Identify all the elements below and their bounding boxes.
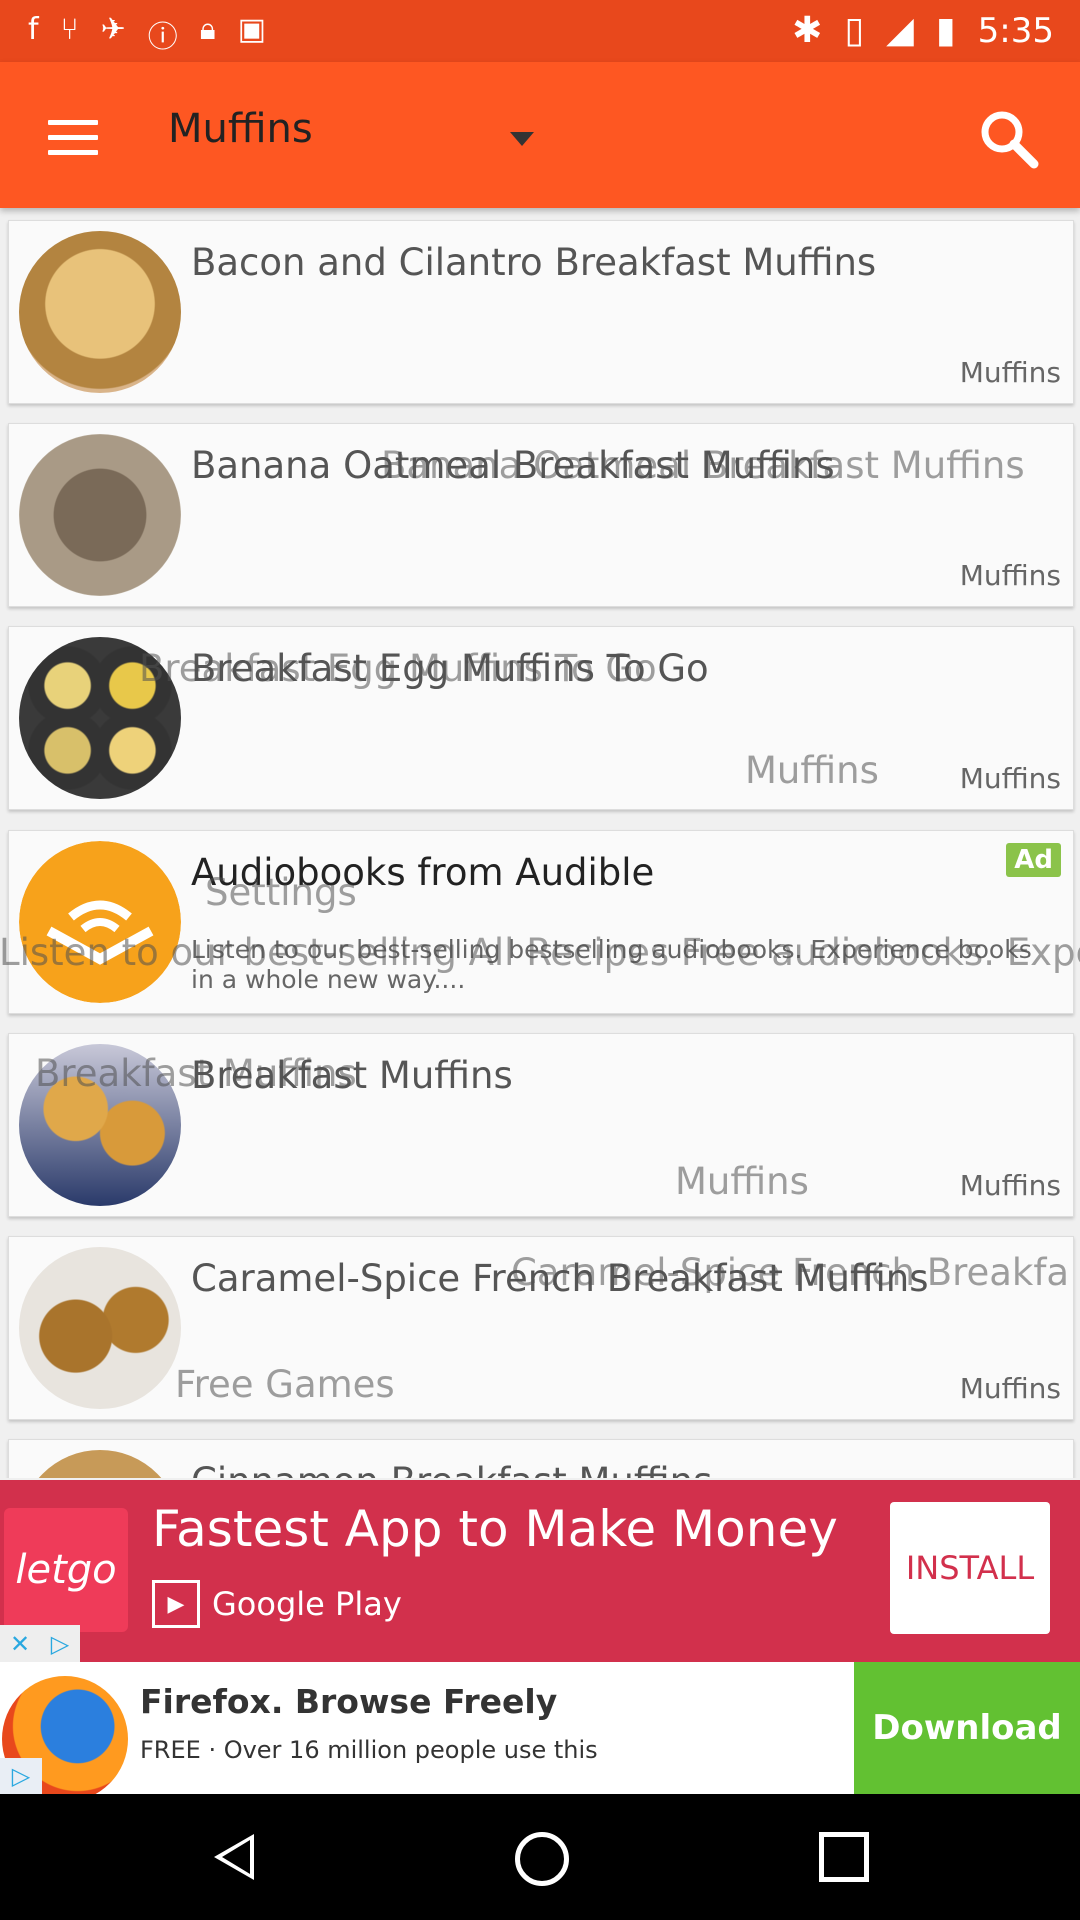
- recipe-category: Muffins: [959, 559, 1061, 592]
- ad-card[interactable]: Audiobooks from Audible Ad Settings List…: [0, 830, 1080, 1014]
- status-bar: f ⑂ ✈ ⓘ 🔒︎ ▣ ✱ ▯ ◢ ▮ 5:35: [0, 0, 1080, 62]
- menu-icon[interactable]: [48, 120, 98, 156]
- google-play-label: ▶ Google Play: [152, 1580, 402, 1628]
- alert-icon: ⓘ: [147, 20, 178, 55]
- adchoices-icon[interactable]: ▷: [40, 1625, 80, 1663]
- ghost-text: Breakfast Egg Muffins To Go: [139, 647, 657, 690]
- ghost-text: Muffins: [675, 1160, 809, 1203]
- letgo-logo: letgo: [4, 1508, 128, 1632]
- recipe-category: Muffins: [959, 762, 1061, 795]
- recipe-list[interactable]: Bacon and Cilantro Breakfast Muffins Muf…: [0, 216, 1080, 1478]
- letgo-banner-ad[interactable]: letgo Fastest App to Make Money ▶ Google…: [0, 1480, 1080, 1662]
- ghost-text: Free Games: [175, 1363, 395, 1406]
- ghost-text: Breakfast Muffins: [35, 1052, 357, 1095]
- recipe-category: Muffins: [959, 356, 1061, 389]
- banner-subtitle: FREE · Over 16 million people use this: [140, 1736, 598, 1764]
- recipe-thumbnail: [19, 1247, 181, 1409]
- recipe-category: Muffins: [959, 1372, 1061, 1405]
- list-item[interactable]: Caramel-Spice French Breakfast Muffins C…: [8, 1236, 1074, 1420]
- signal-icon: ◢: [886, 10, 914, 51]
- chevron-down-icon[interactable]: [510, 132, 534, 146]
- play-store-icon: ▶: [152, 1580, 200, 1628]
- home-icon[interactable]: [515, 1832, 569, 1886]
- satellite-icon: ✈: [100, 12, 126, 47]
- recipe-category: Muffins: [959, 1169, 1061, 1202]
- close-icon[interactable]: ✕: [0, 1625, 40, 1663]
- list-item[interactable]: Breakfast Egg Muffins To Go Breakfast Eg…: [8, 626, 1074, 810]
- ghost-text: Banana Oatmeal Breakfast Muffins: [381, 444, 1025, 487]
- recent-apps-icon[interactable]: [819, 1832, 869, 1882]
- battery-icon: ▮: [935, 10, 956, 51]
- recipe-thumbnail: [19, 1450, 181, 1478]
- ghost-text: Listen to our best-selling All Recipes F…: [0, 931, 1080, 974]
- app-toolbar: Muffins: [0, 62, 1080, 208]
- lock-icon: 🔒︎: [199, 12, 216, 47]
- ghost-text: Caramel-Spice French Breakfa: [511, 1251, 1070, 1294]
- adchoices-icon[interactable]: ▷: [0, 1758, 42, 1794]
- clock-text: 5:35: [977, 10, 1054, 51]
- category-title[interactable]: Muffins: [168, 106, 313, 152]
- audible-logo-icon: [19, 841, 181, 1003]
- android-icon: ▣: [237, 12, 267, 47]
- list-item[interactable]: Cinnamon Breakfast Muffins: [8, 1439, 1074, 1478]
- facebook-icon: f: [28, 12, 39, 47]
- store-name: Google Play: [212, 1585, 402, 1623]
- banner-title: Firefox. Browse Freely: [140, 1682, 558, 1721]
- download-button[interactable]: Download: [854, 1662, 1080, 1794]
- recipe-title: Bacon and Cilantro Breakfast Muffins: [191, 241, 877, 284]
- banner-title: Fastest App to Make Money: [152, 1500, 838, 1558]
- search-icon[interactable]: [976, 106, 1040, 170]
- bluetooth-icon: ✱: [792, 10, 823, 51]
- list-item[interactable]: Bacon and Cilantro Breakfast Muffins Muf…: [8, 220, 1074, 404]
- firefox-banner-ad[interactable]: Firefox. Browse Freely FREE · Over 16 mi…: [0, 1662, 1080, 1802]
- navigation-bar: [0, 1794, 1080, 1920]
- install-button[interactable]: INSTALL: [890, 1502, 1050, 1634]
- list-item[interactable]: Breakfast Muffins Breakfast Muffins Muff…: [8, 1033, 1074, 1217]
- recipe-thumbnail: [19, 434, 181, 596]
- fork-icon: ⑂: [60, 12, 79, 47]
- recipe-thumbnail: [19, 231, 181, 393]
- vibrate-icon: ▯: [844, 10, 865, 51]
- recipe-title: Cinnamon Breakfast Muffins: [191, 1460, 712, 1478]
- list-item[interactable]: Banana Oatmeal Breakfast Muffins Banana …: [8, 423, 1074, 607]
- ghost-text: Settings: [205, 871, 357, 914]
- adchoices[interactable]: ✕ ▷: [0, 1625, 80, 1663]
- ad-badge: Ad: [1006, 843, 1061, 877]
- ghost-text: Muffins: [745, 749, 879, 792]
- back-icon[interactable]: [214, 1834, 254, 1880]
